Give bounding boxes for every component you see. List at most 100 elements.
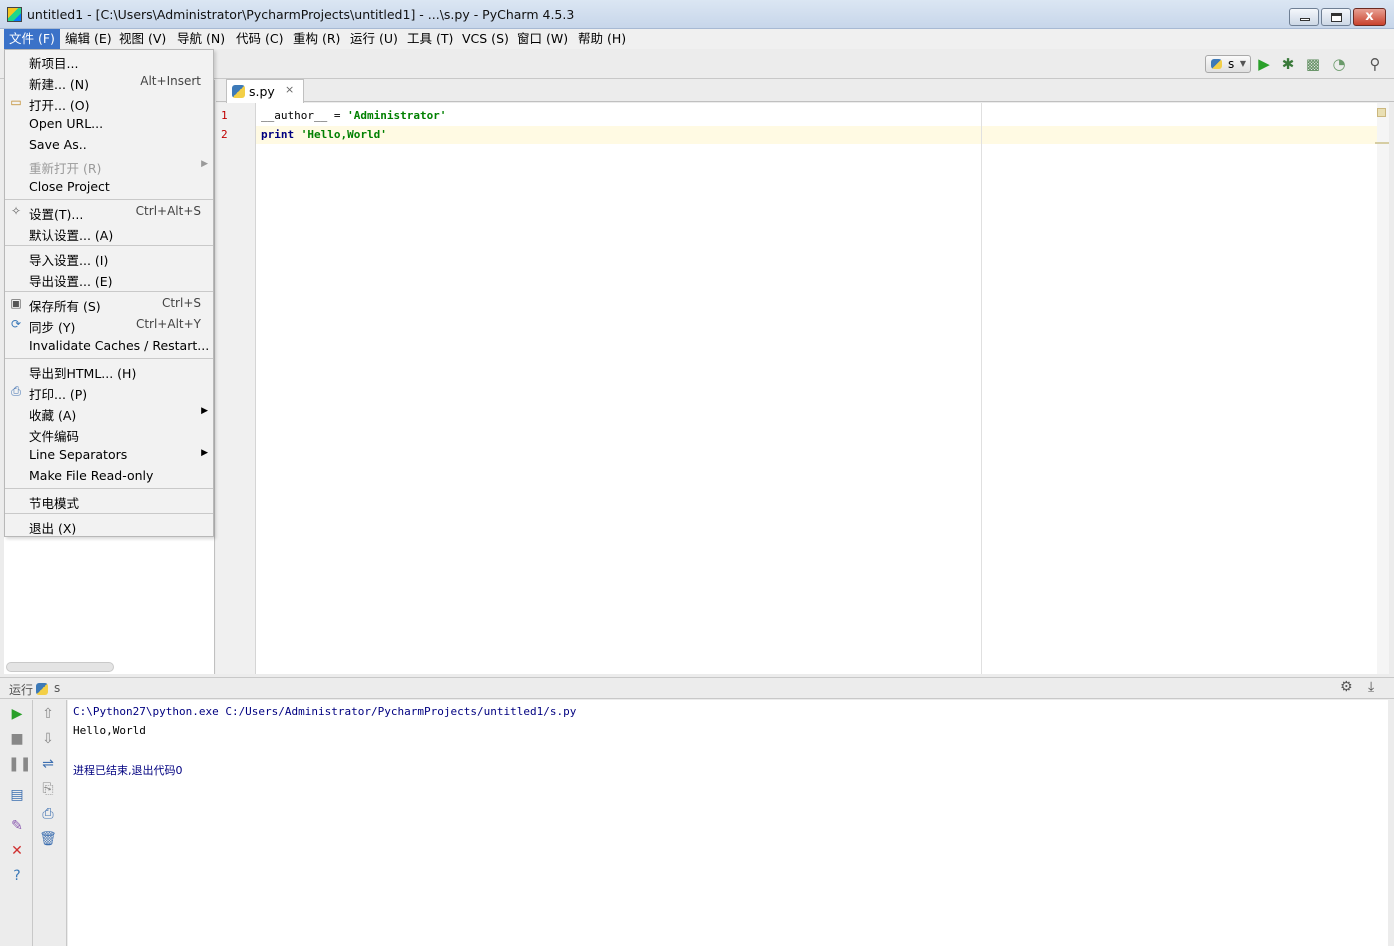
run-console[interactable]: C:\Python27\python.exe C:/Users/Administ… [68,700,1388,946]
menu-item-label: 打印... (P) [29,387,88,402]
run-coverage-icon[interactable]: ▩ [1304,55,1322,73]
search-icon[interactable]: ⚲ [1366,55,1384,73]
pin-icon[interactable]: ✎ [8,817,26,835]
menu-item-label: 新项目... [29,56,79,71]
printer-icon[interactable]: ⎙ [39,805,57,823]
submenu-arrow-icon: ▶ [201,159,208,169]
menu-window[interactable]: 窗口 (W) [512,29,573,49]
menu-item-import-settings[interactable]: 导入设置... (I) [5,247,213,268]
minimize-icon [1300,18,1310,21]
menu-view[interactable]: 视图 (V) [114,29,171,49]
menu-item-label: Line Separators [29,447,128,462]
menu-item-export-settings[interactable]: 导出设置... (E) [5,268,213,289]
menu-item-open-url[interactable]: Open URL... [5,113,213,134]
menu-item-synchronize[interactable]: ⟳ 同步 (Y) Ctrl+Alt+Y [5,314,213,335]
profile-icon[interactable]: ◔ [1330,55,1348,73]
maximize-icon [1331,13,1342,22]
restore-layout-icon[interactable]: ▤ [8,786,26,804]
menu-edit[interactable]: 编辑 (E) [60,29,117,49]
soft-wrap-icon[interactable]: ⇌ [39,755,57,773]
menu-item-label: 导出设置... (E) [29,274,113,289]
code-editor[interactable]: __author__ = 'Administrator' print 'Hell… [256,103,1377,674]
sync-icon: ⟳ [10,317,22,331]
menu-item-label: 导入设置... (I) [29,253,109,268]
rerun-icon[interactable]: ▶ [8,705,26,723]
window-title: untitled1 - [C:\Users\Administrator\Pych… [27,7,575,22]
current-line-highlight [256,126,1377,144]
line-number: 2 [221,128,228,141]
tab-s-py[interactable]: s.py × [226,79,304,103]
menu-code[interactable]: 代码 (C) [231,29,288,49]
run-configuration-select[interactable]: s ▼ [1205,55,1251,73]
menu-item-shortcut: Ctrl+S [161,296,201,310]
stop-icon[interactable]: ■ [8,730,26,748]
menu-item-line-separators[interactable]: Line Separators ▶ [5,444,213,465]
debug-icon[interactable]: ✱ [1279,55,1297,73]
menu-item-label: 打开... (O) [29,98,90,113]
menu-item-close-project[interactable]: Close Project [5,176,213,197]
trash-icon[interactable]: 🗑 [39,830,57,848]
menu-item-default-settings[interactable]: 默认设置... (A) [5,222,213,243]
pause-icon[interactable]: ❚❚ [8,755,31,773]
inspection-status-icon[interactable] [1377,108,1386,117]
menu-separator [5,199,213,200]
menu-refactor[interactable]: 重构 (R) [288,29,345,49]
menu-item-new[interactable]: 新建... (N) Alt+Insert [5,71,213,92]
menu-item-new-project[interactable]: 新项目... [5,50,213,71]
menu-item-power-save-mode[interactable]: 节电模式 [5,490,213,511]
run-toolbar-primary: ▶ ■ ❚❚ ▤ ✎ ✕ ? [4,700,33,946]
code-token: __author__ = [261,109,348,122]
run-toolbar-secondary: ⇧ ⇩ ⇌ ⎘ ⎙ 🗑 [33,700,67,946]
menu-item-make-read-only[interactable]: Make File Read-only [5,465,213,486]
python-file-icon [232,85,245,98]
menu-item-label: 保存所有 (S) [29,299,101,314]
project-horizontal-scrollbar[interactable] [6,662,114,672]
menu-item-label: Invalidate Caches / Restart... [29,338,210,353]
editor-vertical-scrollbar[interactable] [1377,103,1389,674]
editor-gutter: 1 2 [216,103,256,674]
close-button[interactable]: x [1353,8,1386,26]
maximize-button[interactable] [1321,8,1351,26]
editor-tab-strip: s.py × [216,79,1394,103]
menu-item-label: 收藏 (A) [29,408,77,423]
scroll-to-end-icon[interactable]: ⎘ [39,780,57,798]
menu-item-save-as[interactable]: Save As.. [5,134,213,155]
menu-item-exit[interactable]: 退出 (X) [5,515,213,536]
menu-item-reopen[interactable]: 重新打开 (R) ▶ [5,155,213,176]
folder-icon: ▭ [10,95,22,109]
menu-help[interactable]: 帮助 (H) [573,29,631,49]
menu-item-file-encoding[interactable]: 文件编码 [5,423,213,444]
menu-item-open[interactable]: ▭ 打开... (O) [5,92,213,114]
menu-item-print[interactable]: ⎙ 打印... (P) [5,381,213,403]
menu-vcs[interactable]: VCS (S) [457,29,514,49]
menu-run[interactable]: 运行 (U) [345,29,403,49]
menu-item-favorites[interactable]: 收藏 (A) ▶ [5,402,213,423]
menu-item-settings[interactable]: ✧ 设置(T)... Ctrl+Alt+S [5,201,213,222]
python-icon [36,683,48,695]
minimize-button[interactable] [1289,8,1319,26]
menu-navigate[interactable]: 导航 (N) [172,29,230,49]
arrow-up-icon[interactable]: ⇧ [39,705,57,723]
submenu-arrow-icon: ▶ [201,448,208,458]
menu-item-label: 设置(T)... [29,207,84,222]
code-token-keyword: print [261,128,295,141]
menu-file[interactable]: 文件 (F) [4,29,60,49]
menu-item-shortcut: Ctrl+Alt+S [135,204,201,218]
close-icon[interactable]: ✕ [8,842,26,860]
warning-stripe-marker[interactable] [1375,142,1389,144]
code-token-string: 'Hello,World' [300,128,387,141]
menu-tools[interactable]: 工具 (T) [402,29,458,49]
gear-icon[interactable]: ⚙ [1340,679,1353,695]
menu-item-export-html[interactable]: 导出到HTML... (H) [5,360,213,381]
menu-item-invalidate-caches[interactable]: Invalidate Caches / Restart... [5,335,213,356]
arrow-down-icon[interactable]: ⇩ [39,730,57,748]
run-icon[interactable]: ▶ [1255,55,1273,73]
tab-close-icon[interactable]: × [285,83,294,96]
menu-item-label: 节电模式 [29,496,80,511]
help-icon[interactable]: ? [8,867,26,885]
menu-item-label: 导出到HTML... (H) [29,366,137,381]
menu-item-save-all[interactable]: ▣ 保存所有 (S) Ctrl+S [5,293,213,314]
pycharm-logo-icon [7,7,22,22]
menu-item-label: 退出 (X) [29,521,77,536]
hide-panel-icon[interactable]: ⤓ [1368,679,1374,695]
